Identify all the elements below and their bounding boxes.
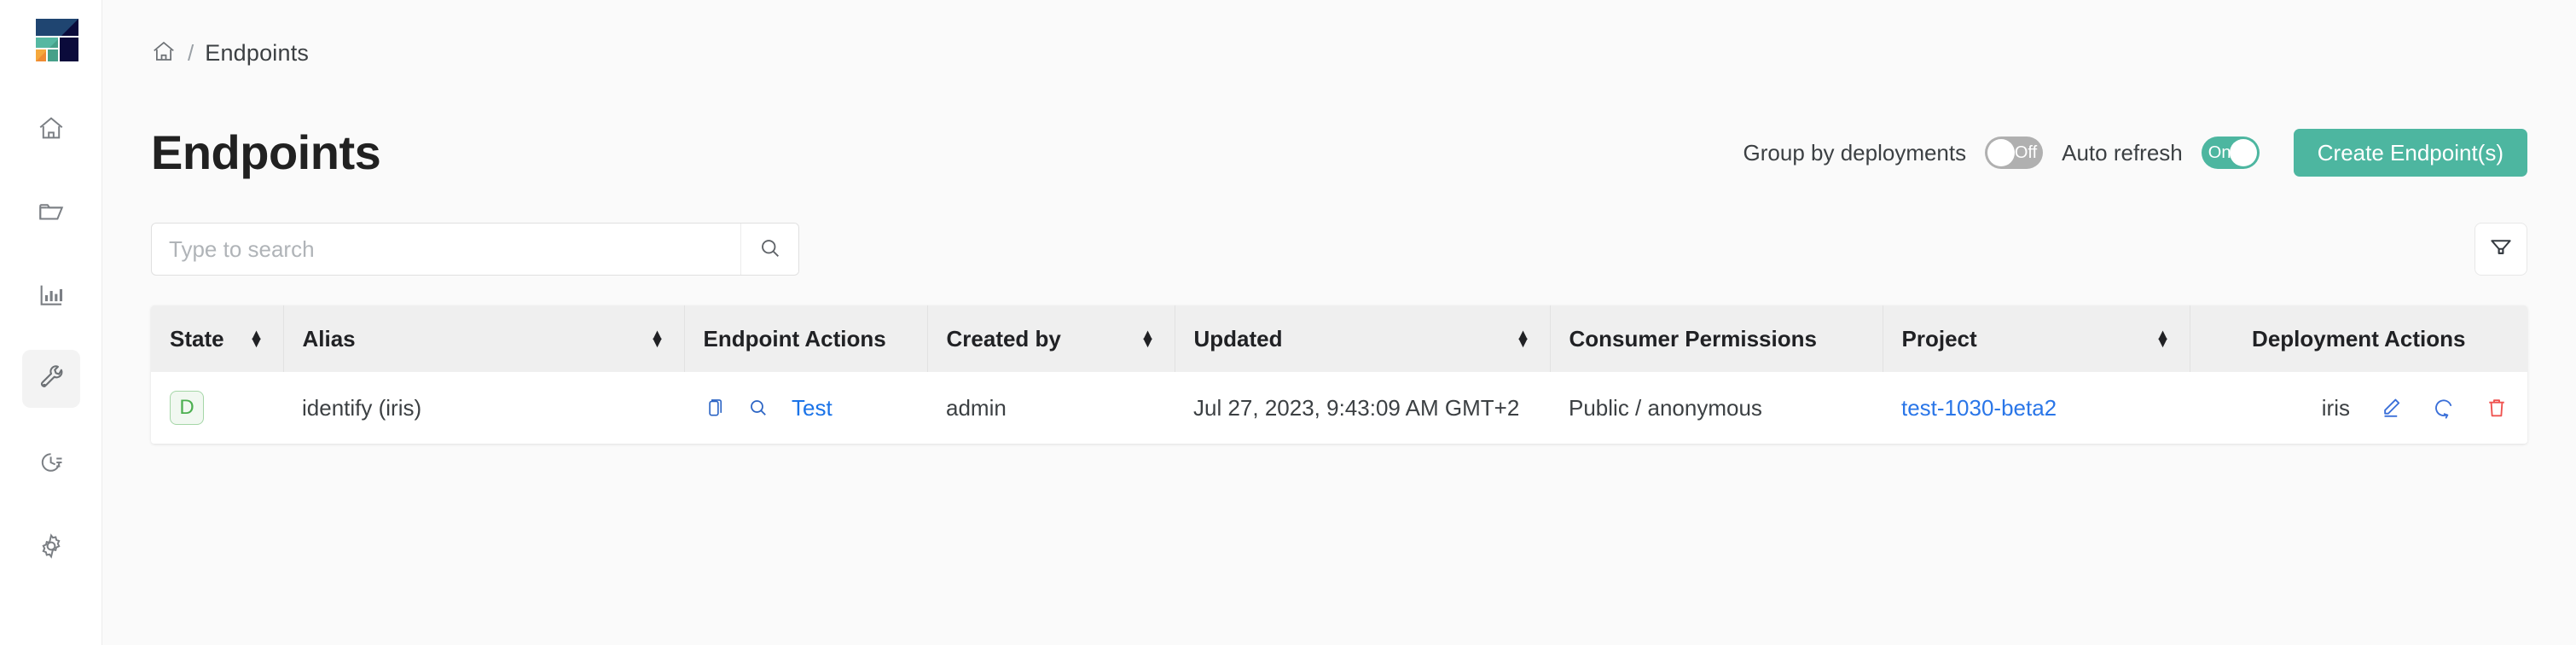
logo-mark: [33, 17, 78, 61]
search-icon: [758, 236, 782, 263]
sidebar-item-home[interactable]: [22, 99, 80, 157]
project-link[interactable]: test-1030-beta2: [1901, 395, 2057, 421]
endpoints-table: State ▲ ▼ Alias ▲ ▼ Endpoint Actions Cre…: [151, 305, 2527, 444]
table-header-row: State ▲ ▼ Alias ▲ ▼ Endpoint Actions Cre…: [151, 305, 2527, 372]
auto-refresh-state: On: [2208, 142, 2231, 162]
column-header-project[interactable]: Project ▲ ▼: [1883, 305, 2190, 372]
wrench-icon: [37, 364, 66, 393]
group-by-deployments-state: Off: [2014, 142, 2038, 162]
sidebar-item-projects[interactable]: [22, 183, 80, 241]
column-label: Updated: [1193, 325, 1283, 352]
bar-chart-icon: [37, 281, 66, 310]
cell-created-by: admin: [946, 394, 1007, 421]
copy-icon[interactable]: [703, 397, 725, 419]
sort-toggle-project[interactable]: ▲ ▼: [2155, 327, 2171, 350]
column-header-consumer-permissions: Consumer Permissions: [1550, 305, 1883, 372]
deployment-name: iris: [2321, 394, 2350, 421]
breadcrumb-separator: /: [188, 39, 194, 66]
column-label: Alias: [302, 325, 356, 352]
breadcrumb: / Endpoints: [102, 0, 2576, 106]
sort-toggle-created-by[interactable]: ▲ ▼: [1140, 327, 1156, 350]
column-label: Consumer Permissions: [1569, 325, 1817, 352]
toggle-knob: [2229, 139, 2257, 166]
cell-consumer-permissions: Public / anonymous: [1569, 394, 1762, 421]
column-label: Created by: [946, 325, 1061, 352]
column-label: State: [170, 325, 224, 352]
table-head: State ▲ ▼ Alias ▲ ▼ Endpoint Actions Cre…: [151, 305, 2527, 372]
auto-refresh-label: Auto refresh: [2062, 139, 2183, 166]
table-row[interactable]: D identify (iris) Test admin Jul 27, 202…: [151, 372, 2527, 444]
folder-icon: [37, 197, 66, 226]
column-label: Endpoint Actions: [703, 325, 886, 352]
group-by-deployments-toggle[interactable]: Off: [1985, 137, 2044, 169]
sidebar-item-analytics[interactable]: [22, 266, 80, 324]
column-header-alias[interactable]: Alias ▲ ▼: [283, 305, 685, 372]
column-header-endpoint-actions: Endpoint Actions: [684, 305, 928, 372]
toggle-knob: [1987, 139, 2016, 166]
platform-logo[interactable]: [24, 7, 78, 61]
column-header-deployment-actions: Deployment Actions: [2190, 305, 2527, 372]
column-header-state[interactable]: State ▲ ▼: [151, 305, 284, 372]
search-input[interactable]: [152, 224, 740, 275]
status-badge: D: [170, 391, 204, 425]
search-icon[interactable]: [747, 397, 769, 419]
column-header-updated[interactable]: Updated ▲ ▼: [1175, 305, 1551, 372]
breadcrumb-current: Endpoints: [205, 39, 310, 66]
column-label: Deployment Actions: [2252, 325, 2466, 352]
refresh-icon[interactable]: [2432, 396, 2456, 420]
test-endpoint-link[interactable]: Test: [792, 395, 833, 421]
sidebar: [0, 0, 102, 645]
cell-endpoint-actions: Test: [684, 372, 927, 444]
home-icon[interactable]: [151, 38, 177, 68]
sidebar-nav: [0, 99, 102, 575]
group-by-deployments-label: Group by deployments: [1743, 139, 1967, 166]
page-title: Endpoints: [151, 125, 381, 179]
cell-deployment-actions: iris: [2190, 372, 2527, 444]
filter-button[interactable]: [2474, 223, 2527, 276]
column-header-created-by[interactable]: Created by ▲ ▼: [927, 305, 1175, 372]
cell-updated: Jul 27, 2023, 9:43:09 AM GMT+2: [1193, 394, 1520, 421]
sidebar-item-settings[interactable]: [22, 517, 80, 575]
title-row: Endpoints Group by deployments Off Auto …: [102, 106, 2576, 200]
clock-history-icon: [37, 448, 66, 477]
auto-refresh-toggle[interactable]: On: [2201, 137, 2260, 169]
header-actions: Group by deployments Off Auto refresh On…: [1743, 129, 2527, 177]
sidebar-item-endpoints[interactable]: [21, 350, 80, 408]
sort-toggle-updated[interactable]: ▲ ▼: [1516, 327, 1531, 350]
cell-alias: identify (iris): [302, 394, 422, 421]
column-label: Project: [1901, 325, 1977, 352]
sort-toggle-state[interactable]: ▲ ▼: [249, 327, 264, 350]
search-submit-button[interactable]: [740, 224, 798, 275]
pencil-icon[interactable]: [2379, 396, 2403, 420]
home-icon: [37, 113, 66, 142]
filter-icon: [2488, 235, 2514, 264]
create-endpoints-button[interactable]: Create Endpoint(s): [2293, 129, 2527, 177]
cell-project: test-1030-beta2: [1883, 372, 2190, 444]
search-box: [151, 223, 799, 276]
sidebar-item-history[interactable]: [22, 433, 80, 491]
trash-icon[interactable]: [2485, 396, 2509, 420]
cell-state: D: [151, 372, 283, 444]
table-body: D identify (iris) Test admin Jul 27, 202…: [151, 372, 2527, 444]
sort-toggle-alias[interactable]: ▲ ▼: [650, 327, 665, 350]
search-row: [102, 208, 2576, 290]
gear-icon: [37, 532, 66, 561]
main-content: / Endpoints Endpoints Group by deploymen…: [102, 0, 2576, 645]
